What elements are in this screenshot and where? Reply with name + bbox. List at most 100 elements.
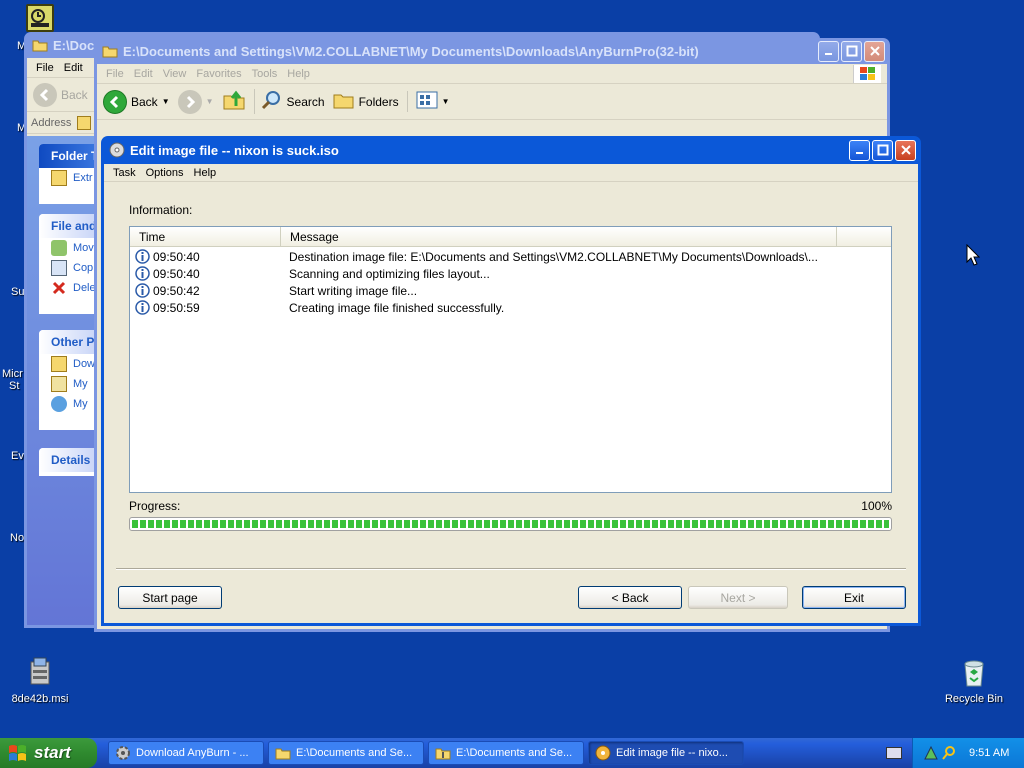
- clock[interactable]: 9:51 AM: [969, 747, 1009, 759]
- taskbar-button-active[interactable]: Edit image file -- nixo...: [588, 741, 744, 765]
- taskbar-button[interactable]: Download AnyBurn - ...: [108, 741, 264, 765]
- taskbar-button[interactable]: E:\Documents and Se...: [428, 741, 584, 765]
- folders-icon: [333, 90, 355, 113]
- installer-package-icon: [23, 656, 57, 690]
- desktop-icon-recycle-bin[interactable]: Recycle Bin: [936, 656, 1012, 705]
- up-folder-icon: [222, 88, 246, 115]
- task-pane-item[interactable]: Mov: [39, 238, 99, 258]
- back-button[interactable]: < Back: [578, 586, 682, 609]
- dialog-client: Task Options Help Information: Time Mess…: [104, 164, 918, 623]
- table-row[interactable]: 09:50:42 Start writing image file...: [130, 282, 891, 299]
- table-row[interactable]: 09:50:59 Creating image file finished su…: [130, 299, 891, 316]
- recycle-bin-icon: [957, 656, 991, 690]
- table-row[interactable]: 09:50:40 Scanning and optimizing files l…: [130, 265, 891, 282]
- back-button[interactable]: Back ▼: [103, 89, 170, 114]
- minimize-button[interactable]: [818, 40, 839, 62]
- task-pane-item[interactable]: Dow: [39, 354, 99, 374]
- task-pane-header[interactable]: Details: [39, 448, 99, 472]
- chevron-down-icon[interactable]: ▼: [206, 97, 214, 106]
- forward-arrow-icon: [177, 89, 202, 114]
- desktop-edge-label: Micr: [2, 368, 23, 380]
- search-tray-icon[interactable]: [941, 745, 957, 761]
- task-pane-item[interactable]: My: [39, 394, 99, 414]
- documents-icon: [51, 376, 67, 392]
- chevron-down-icon[interactable]: ▼: [162, 97, 170, 106]
- close-button[interactable]: [895, 139, 916, 161]
- start-page-button[interactable]: Start page: [118, 586, 222, 609]
- task-pane-item[interactable]: Dele: [39, 278, 99, 298]
- row-time: 09:50:40: [153, 249, 200, 264]
- dialog-title: Edit image file -- nixon is suck.iso: [130, 142, 339, 158]
- desktop-icon-msi[interactable]: 8de42b.msi: [2, 656, 78, 705]
- menu-help[interactable]: Help: [282, 68, 315, 80]
- window-controls: [818, 40, 887, 62]
- menu-edit[interactable]: Edit: [129, 68, 158, 80]
- menu-favorites[interactable]: Favorites: [191, 68, 246, 80]
- back-button[interactable]: Back: [33, 82, 88, 107]
- folder-icon: [51, 356, 67, 372]
- taskbar-button-label: Download AnyBurn - ...: [136, 747, 249, 759]
- task-pane-details: Details: [39, 448, 99, 476]
- task-pane-item[interactable]: My: [39, 374, 99, 394]
- extract-icon: [51, 170, 67, 186]
- network-tray-icon[interactable]: [923, 745, 939, 761]
- menu-bar: File Edit View Favorites Tools Help: [97, 64, 887, 84]
- exit-button[interactable]: Exit: [802, 586, 906, 609]
- row-message: Destination image file: E:\Documents and…: [289, 249, 818, 264]
- up-folder-button[interactable]: [222, 88, 246, 115]
- next-button[interactable]: Next >: [688, 586, 788, 609]
- window-controls: [849, 139, 918, 161]
- minimize-button[interactable]: [849, 139, 870, 161]
- back-label: Back: [131, 94, 158, 109]
- desktop-shortcut-icon[interactable]: [26, 4, 54, 32]
- information-list[interactable]: Time Message 09:50:40 Destination image …: [129, 226, 892, 493]
- start-button[interactable]: start: [0, 738, 97, 768]
- taskbar-button[interactable]: E:\Documents and Se...: [268, 741, 424, 765]
- menu-task[interactable]: Task: [108, 167, 141, 179]
- close-button[interactable]: [864, 40, 885, 62]
- views-button[interactable]: ▼: [406, 91, 450, 112]
- chevron-down-icon[interactable]: ▼: [442, 97, 450, 106]
- folder-icon: [275, 745, 291, 761]
- task-pane-item[interactable]: Cop: [39, 258, 99, 278]
- search-label: Search: [286, 94, 325, 109]
- window-titlebar[interactable]: E:\Documents and Settings\VM2.COLLABNET\…: [97, 38, 887, 64]
- table-row[interactable]: 09:50:40 Destination image file: E:\Docu…: [130, 248, 891, 265]
- desktop-edge-label: Su: [11, 286, 25, 298]
- task-pane-other-places: Other P Dow My My: [39, 330, 99, 430]
- task-pane-item[interactable]: Extr: [39, 168, 99, 188]
- menu-edit[interactable]: Edit: [59, 62, 88, 74]
- task-pane-header[interactable]: Other P: [39, 330, 99, 354]
- task-pane-area: Folder T Extr File and Mov Cop Dele Othe…: [27, 136, 99, 625]
- row-time: 09:50:42: [153, 283, 200, 298]
- edit-image-dialog[interactable]: Edit image file -- nixon is suck.iso Tas…: [101, 136, 921, 626]
- menu-view[interactable]: View: [158, 68, 192, 80]
- task-pane-item-label: Dow: [73, 358, 96, 370]
- menu-help[interactable]: Help: [189, 167, 222, 179]
- forward-button[interactable]: ▼: [177, 89, 214, 114]
- dialog-titlebar[interactable]: Edit image file -- nixon is suck.iso: [104, 136, 918, 164]
- menu-file[interactable]: File: [101, 68, 129, 80]
- task-pane-header[interactable]: Folder T: [39, 144, 99, 168]
- info-icon: [135, 249, 150, 264]
- back-arrow-icon: [103, 89, 127, 114]
- column-header-message[interactable]: Message: [281, 227, 837, 246]
- column-header-time[interactable]: Time: [130, 227, 281, 246]
- folders-button[interactable]: Folders: [333, 90, 399, 113]
- back-arrow-icon: [33, 82, 57, 107]
- task-pane-header[interactable]: File and: [39, 214, 99, 238]
- menu-file[interactable]: File: [31, 62, 59, 74]
- information-label: Information:: [129, 203, 193, 217]
- disc-icon: [595, 745, 611, 761]
- windows-logo-icon: [853, 65, 881, 83]
- keyboard-icon[interactable]: [886, 747, 902, 759]
- taskbar-button-label: E:\Documents and Se...: [456, 747, 573, 759]
- list-body: 09:50:40 Destination image file: E:\Docu…: [130, 247, 891, 316]
- maximize-button[interactable]: [872, 139, 893, 161]
- info-icon: [135, 283, 150, 298]
- menu-tools[interactable]: Tools: [247, 68, 283, 80]
- menu-options[interactable]: Options: [141, 167, 189, 179]
- desktop-edge-label: No: [10, 532, 25, 544]
- maximize-button[interactable]: [841, 40, 862, 62]
- search-button[interactable]: Search: [253, 89, 325, 114]
